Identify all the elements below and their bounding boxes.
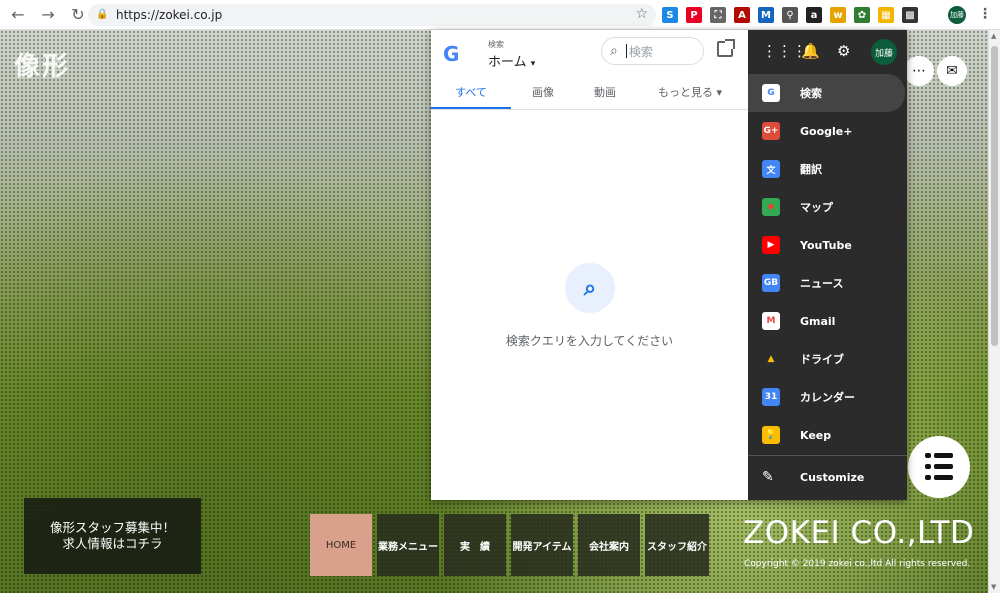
- app-label: 翻訳: [800, 163, 822, 176]
- search-placeholder: 検索: [628, 44, 653, 59]
- news-icon: GB: [762, 274, 780, 292]
- empty-message: 検索クエリを入力してください: [505, 334, 674, 348]
- search-icon: ⌕: [610, 43, 618, 59]
- search-tab[interactable]: すべて: [431, 78, 511, 109]
- scroll-up-icon[interactable]: ▲: [991, 32, 996, 40]
- copyright-text: Copyright © 2019 zokei co.,ltd All right…: [744, 559, 971, 569]
- nav-item[interactable]: HOME: [310, 514, 372, 576]
- drive-icon: ▲: [762, 350, 780, 368]
- acrobat-icon[interactable]: A: [734, 7, 750, 23]
- app-item[interactable]: ▶ YouTube: [748, 226, 907, 264]
- google-icon: G: [762, 84, 780, 102]
- gmail-icon: M: [762, 312, 780, 330]
- company-name: ZOKEI CO.,LTD: [743, 515, 975, 551]
- profile-avatar[interactable]: 加藤: [948, 6, 966, 24]
- translate-icon: 文: [762, 160, 780, 178]
- chat-icon[interactable]: ⋯: [904, 56, 934, 86]
- account-avatar[interactable]: 加藤: [871, 39, 897, 65]
- youtube-icon: ▶: [762, 236, 780, 254]
- extensions-row: S P ⛶ A M ⚲ a w ✿ ▦ ▩: [662, 6, 926, 24]
- qr-icon[interactable]: ▩: [902, 7, 918, 23]
- app-item[interactable]: G+ Google+: [748, 112, 907, 150]
- app-item[interactable]: 💡 Keep: [748, 416, 907, 454]
- notifications-bell-icon[interactable]: 🔔: [801, 42, 820, 60]
- app-label: Google+: [800, 124, 853, 138]
- nav-item[interactable]: 開発アイテム: [511, 514, 573, 576]
- recruit-line-2: 求人情報はコチラ: [62, 536, 163, 551]
- extension-w-icon[interactable]: w: [830, 7, 846, 23]
- search-tabs: すべて 画像 動画 もっと見る ▾: [431, 78, 748, 110]
- browser-menu-icon[interactable]: ⋮: [978, 6, 992, 22]
- google-logo-icon: G: [443, 42, 460, 66]
- app-item[interactable]: G 検索: [748, 74, 905, 112]
- bookmark-star-icon[interactable]: ☆: [635, 6, 648, 22]
- customize-button[interactable]: ✎ Customize: [748, 462, 907, 492]
- customize-label: Customize: [800, 470, 865, 484]
- keep-icon: 💡: [762, 426, 780, 444]
- search-tab[interactable]: 動画: [575, 78, 635, 109]
- screenshot-icon[interactable]: ⛶: [710, 7, 726, 23]
- menu-list-icon[interactable]: [908, 436, 970, 498]
- calendar-icon: 31: [762, 388, 780, 406]
- app-label: ドライブ: [800, 353, 844, 366]
- app-label: 検索: [800, 87, 822, 100]
- site-navigation: HOME 業務メニュー実 績開発アイテム 会社案内 スタッフ紹介: [310, 514, 714, 576]
- back-arrow-icon[interactable]: ←: [6, 3, 30, 27]
- nav-item[interactable]: 実 績: [444, 514, 506, 576]
- address-bar[interactable]: 🔒 https://zokei.co.jp ☆: [88, 4, 656, 26]
- recruit-banner[interactable]: 像形スタッフ募集中！ 求人情報はコチラ: [24, 498, 201, 574]
- amazon-icon[interactable]: a: [806, 7, 822, 23]
- section-dropdown[interactable]: ホーム ▾: [488, 51, 535, 70]
- google-bar-icon[interactable]: ▦: [878, 7, 894, 23]
- apps-panel: ⋮⋮⋮ 🔔 ⚙ 加藤 G 検索 G+ Google+ 文翻訳 ◆ マップ ▶ YouTube GB…: [748, 30, 907, 500]
- app-item[interactable]: ▲ ドライブ: [748, 340, 907, 378]
- app-item[interactable]: ◆ マップ: [748, 188, 907, 226]
- settings-ext-icon[interactable]: ✿: [854, 7, 870, 23]
- lock-icon: 🔒: [96, 9, 109, 20]
- nav-item[interactable]: 業務メニュー: [377, 514, 439, 576]
- search-tab[interactable]: 画像: [511, 78, 575, 109]
- app-label: マップ: [800, 201, 833, 214]
- divider: [748, 455, 907, 456]
- pencil-icon: ✎: [762, 469, 774, 485]
- app-item[interactable]: GB ニュース: [748, 264, 907, 302]
- nav-item[interactable]: 会社案内: [578, 514, 640, 576]
- app-label: カレンダー: [800, 391, 855, 404]
- open-new-tab-icon[interactable]: [717, 39, 735, 57]
- pinterest-icon[interactable]: P: [686, 7, 702, 23]
- section-label: 検索: [488, 40, 504, 49]
- app-item[interactable]: M Gmail: [748, 302, 907, 340]
- apps-list: G 検索 G+ Google+ 文 翻訳 ◆ マップ ▶ YouTube GB ニュース M Gmail ▲…: [748, 74, 907, 454]
- nav-item[interactable]: スタッフ紹介: [645, 514, 709, 576]
- scrollbar-thumb[interactable]: [991, 46, 998, 346]
- search-input[interactable]: ⌕ 検索: [601, 37, 704, 65]
- app-label: Gmail: [800, 314, 836, 328]
- app-label: Keep: [800, 428, 832, 442]
- search-panel: G 検索 ホーム ▾ ⌕ 検索 すべて 画像 動画 もっと見る ▾ ⌕ 検索クエリを入…: [431, 30, 748, 500]
- app-item[interactable]: 31 カレンダー: [748, 378, 907, 416]
- mail-icon[interactable]: ✉: [937, 56, 967, 86]
- app-label: YouTube: [800, 238, 852, 252]
- search-tab[interactable]: もっと見る ▾: [635, 78, 745, 109]
- scrollbar[interactable]: ▲ ▼: [988, 30, 1000, 593]
- recruit-line-1: 像形スタッフ募集中！: [49, 520, 175, 535]
- url-text: https://zokei.co.jp: [116, 8, 223, 22]
- extension-s-icon[interactable]: S: [662, 7, 678, 23]
- search-circle-icon: ⌕: [565, 263, 615, 313]
- app-item[interactable]: 文 翻訳: [748, 150, 907, 188]
- maps-icon: ◆: [762, 198, 780, 216]
- settings-gear-icon[interactable]: ⚙: [837, 42, 850, 60]
- google-extension-popup: G 検索 ホーム ▾ ⌕ 検索 すべて 画像 動画 もっと見る ▾ ⌕ 検索クエリを入…: [431, 30, 907, 500]
- extension-m-icon[interactable]: M: [758, 7, 774, 23]
- reload-icon[interactable]: ↻: [66, 3, 90, 27]
- scroll-down-icon[interactable]: ▼: [991, 583, 996, 591]
- forward-arrow-icon[interactable]: →: [36, 3, 60, 27]
- pin-icon[interactable]: ⚲: [782, 7, 798, 23]
- site-logo[interactable]: 像形: [14, 46, 70, 83]
- app-label: ニュース: [800, 277, 844, 290]
- google-plus-icon: G+: [762, 122, 780, 140]
